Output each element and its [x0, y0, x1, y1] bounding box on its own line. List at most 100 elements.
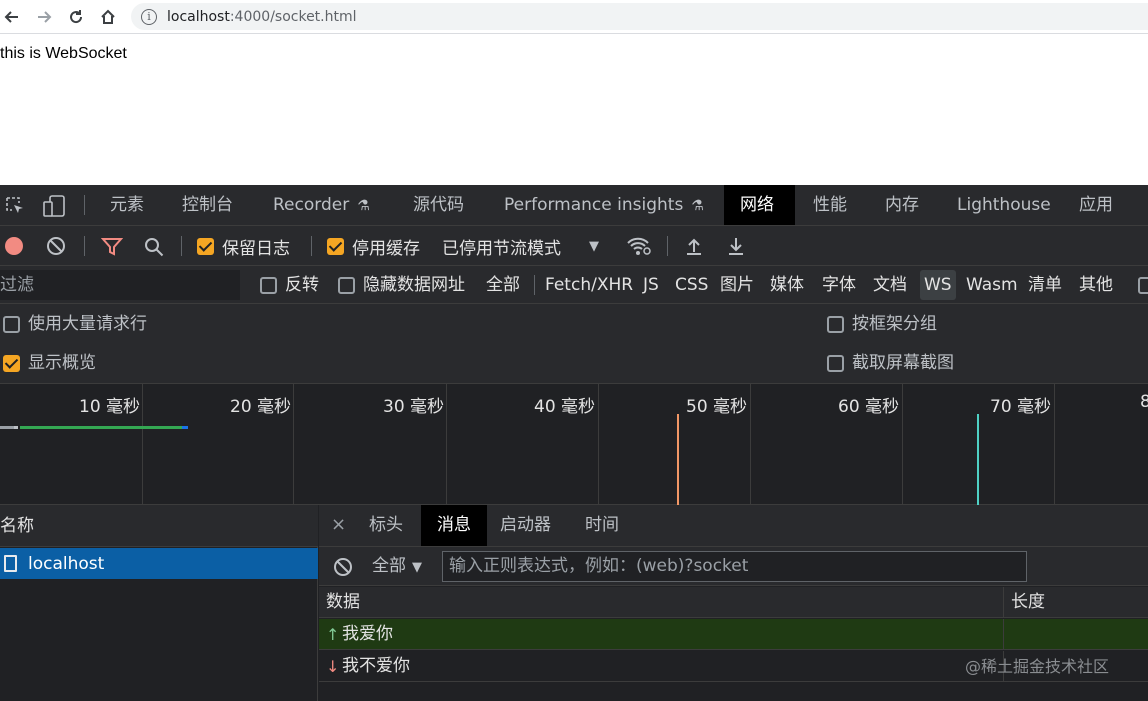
request-bar-waiting	[0, 426, 14, 429]
tab-memory[interactable]: 内存	[869, 185, 935, 225]
clear-messages-icon[interactable]	[333, 557, 353, 582]
clear-icon[interactable]	[46, 236, 66, 261]
flask-icon: ⚗	[691, 198, 704, 214]
detail-tabbar: × 标头 消息 启动器 时间	[319, 505, 1148, 547]
request-bar-ttfb	[20, 426, 182, 429]
tick-label: 10 毫秒	[79, 397, 141, 417]
tab-messages[interactable]: 消息	[421, 505, 487, 546]
invert-checkbox[interactable]: 反转	[260, 266, 319, 304]
request-name: localhost	[28, 553, 105, 574]
devtools-tabbar: 元素 控制台 Recorder ⚗ 源代码 Performance insight…	[0, 185, 1148, 226]
import-har-icon[interactable]	[684, 236, 704, 261]
export-har-icon[interactable]	[726, 236, 746, 261]
checkbox-checked[interactable]	[327, 237, 344, 255]
message-row-sent[interactable]: ↑ 我爱你	[319, 619, 1148, 650]
filter-type-css[interactable]: CSS	[675, 266, 708, 304]
search-icon[interactable]	[143, 236, 165, 263]
filter-type-manifest[interactable]: 清单	[1028, 266, 1062, 304]
checkbox-unchecked[interactable]	[1138, 277, 1148, 294]
throttling-label: 已停用节流模式	[442, 238, 561, 259]
filter-type-fetch-xhr[interactable]: Fetch/XHR	[545, 266, 633, 304]
hide-data-urls-checkbox[interactable]: 隐藏数据网址	[338, 266, 465, 304]
show-overview-checkbox[interactable]: 显示概览	[3, 348, 96, 378]
capture-screenshots-checkbox[interactable]: 截取屏幕截图	[827, 348, 954, 378]
filter-type-all[interactable]: 全部	[486, 266, 520, 304]
tab-timing[interactable]: 时间	[575, 505, 629, 545]
separator	[667, 236, 668, 256]
home-icon[interactable]	[96, 5, 120, 29]
tab-lighthouse[interactable]: Lighthouse	[941, 185, 1067, 225]
checkbox-checked[interactable]	[197, 237, 214, 255]
tab-sources[interactable]: 源代码	[397, 185, 480, 225]
grid-line	[142, 384, 143, 505]
tab-headers[interactable]: 标头	[359, 505, 413, 545]
device-toolbar-icon[interactable]	[42, 194, 66, 223]
message-type-label: 全部	[372, 556, 406, 576]
dom-content-loaded-marker	[677, 414, 679, 505]
checkbox-unchecked[interactable]	[3, 315, 20, 333]
overview-timeline[interactable]: 10 毫秒 20 毫秒 30 毫秒 40 毫秒 50 毫秒 60 毫秒 70 毫…	[0, 384, 1148, 505]
checkbox-unchecked[interactable]	[827, 354, 844, 372]
page-content: this is WebSocket	[0, 35, 1148, 185]
checkbox-unchecked[interactable]	[338, 276, 355, 294]
grid-line	[902, 384, 903, 505]
group-by-frame-checkbox[interactable]: 按框架分组	[827, 309, 937, 339]
request-list: 名称 localhost	[0, 505, 318, 701]
filter-type-wasm[interactable]: Wasm	[966, 266, 1018, 304]
watermark: @稀土掘金技术社区	[965, 657, 1110, 676]
large-rows-checkbox[interactable]: 使用大量请求行	[3, 309, 147, 339]
column-divider	[1003, 619, 1004, 650]
inspect-element-icon[interactable]	[4, 195, 26, 222]
received-arrow-icon: ↓	[326, 657, 340, 676]
filter-type-media[interactable]: 媒体	[770, 266, 804, 304]
filter-type-js[interactable]: JS	[643, 266, 659, 304]
preserve-log-checkbox[interactable]: 保留日志	[197, 226, 290, 266]
separator	[84, 195, 85, 215]
close-icon[interactable]: ×	[331, 505, 346, 545]
tab-console[interactable]: 控制台	[166, 185, 249, 225]
tab-performance-insights[interactable]: Performance insights ⚗	[488, 185, 720, 225]
checkbox-unchecked[interactable]	[260, 276, 277, 294]
filter-type-doc[interactable]: 文档	[873, 266, 907, 304]
flask-icon: ⚗	[357, 198, 370, 214]
record-icon[interactable]	[5, 237, 23, 255]
column-header-data[interactable]: 数据	[326, 587, 360, 618]
tab-recorder[interactable]: Recorder ⚗	[257, 185, 386, 225]
address-bar[interactable]: i localhost:4000/socket.html	[131, 3, 1148, 30]
message-type-select[interactable]: 全部 ▼	[372, 547, 422, 586]
separator	[311, 236, 312, 256]
info-icon[interactable]: i	[141, 8, 157, 25]
disable-cache-checkbox[interactable]: 停用缓存	[327, 226, 420, 266]
messages-table-header: 数据 长度	[319, 587, 1148, 618]
network-conditions-icon[interactable]	[626, 235, 652, 262]
filter-input[interactable]: 过滤	[0, 270, 240, 300]
message-row-received[interactable]: ↓ 我不爱你 @稀土掘金技术社区	[319, 651, 1148, 682]
column-header-length[interactable]: 长度	[1011, 587, 1045, 618]
message-filter-input[interactable]: 输入正则表达式，例如：(web)?socket	[442, 551, 1027, 582]
column-header-name[interactable]: 名称	[0, 505, 318, 547]
invert-label: 反转	[285, 275, 319, 295]
checkbox-unchecked[interactable]	[827, 315, 844, 333]
tick-label: 50 毫秒	[686, 397, 748, 417]
back-icon[interactable]	[0, 5, 24, 29]
tick-label: 20 毫秒	[230, 397, 292, 417]
document-icon	[4, 555, 17, 572]
filter-type-ws[interactable]: WS	[920, 270, 956, 300]
forward-icon[interactable]	[32, 5, 56, 29]
tab-application[interactable]: 应用	[1063, 185, 1129, 225]
tab-initiator[interactable]: 启动器	[490, 505, 561, 545]
filter-type-other[interactable]: 其他	[1079, 266, 1113, 304]
throttling-select[interactable]: 已停用节流模式 ▼	[442, 226, 599, 266]
filter-icon[interactable]	[100, 236, 124, 263]
tab-performance[interactable]: 性能	[797, 185, 863, 225]
browser-toolbar: i localhost:4000/socket.html	[0, 0, 1148, 34]
request-row[interactable]: localhost	[0, 548, 318, 579]
checkbox-checked[interactable]	[3, 354, 20, 372]
filter-bar: 过滤 反转 隐藏数据网址 全部 Fetch/XHR JS CSS 图片 媒体 字…	[0, 266, 1148, 304]
tab-elements[interactable]: 元素	[94, 185, 160, 225]
filter-type-font[interactable]: 字体	[822, 266, 856, 304]
tab-network[interactable]: 网络	[724, 185, 795, 225]
grid-line	[750, 384, 751, 505]
reload-icon[interactable]	[64, 5, 88, 29]
filter-type-img[interactable]: 图片	[720, 266, 754, 304]
